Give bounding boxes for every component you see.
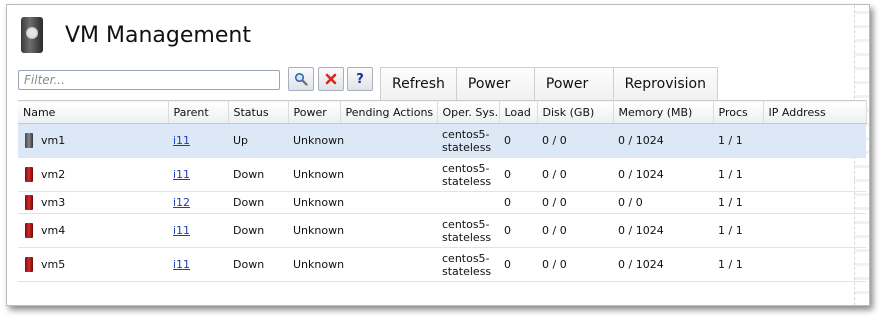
- column-header-pending-actions[interactable]: Pending Actions: [340, 100, 438, 124]
- power-cell: Unknown: [288, 157, 344, 192]
- page-title: VM Management: [65, 22, 251, 48]
- os-line1: centos5-: [442, 161, 490, 175]
- pending-cell: [340, 213, 437, 248]
- memory-cell: 0 / 1024: [613, 247, 713, 282]
- parent-link[interactable]: i11: [173, 134, 190, 147]
- disk-cell: 0 / 0: [537, 123, 613, 158]
- close-icon: [325, 73, 337, 85]
- power-off-button[interactable]: Power Off: [534, 68, 614, 124]
- power-on-button[interactable]: Power On: [456, 68, 535, 124]
- pending-cell: [340, 191, 437, 214]
- filter-input[interactable]: [18, 70, 280, 90]
- column-header-load[interactable]: Load: [499, 100, 538, 124]
- memory-cell: 0 / 1024: [613, 157, 713, 192]
- search-icon: [294, 72, 308, 86]
- procs-cell: 1 / 1: [713, 191, 763, 214]
- column-header-disk[interactable]: Disk (GB): [537, 100, 614, 124]
- power-cell: Unknown: [288, 247, 344, 282]
- memory-cell: 0 / 1024: [613, 213, 713, 248]
- pending-cell: [340, 157, 437, 192]
- table-row[interactable]: vm2 i11 Down Unknown centos5- stateless 0…: [18, 157, 866, 192]
- clear-filter-button[interactable]: [318, 67, 344, 91]
- status-cell: Down: [228, 157, 288, 192]
- load-cell: 0: [499, 191, 537, 214]
- refresh-button[interactable]: Refresh: [381, 68, 457, 102]
- parent-link[interactable]: i11: [173, 168, 190, 181]
- vm-down-icon: [25, 195, 33, 210]
- power-cell: Unknown: [288, 213, 344, 248]
- status-cell: Down: [228, 191, 288, 214]
- action-bar: Refresh Power On Power Off Reprovision: [380, 67, 718, 124]
- parent-link[interactable]: i11: [173, 258, 190, 271]
- os-line1: centos5-: [442, 251, 490, 265]
- search-button[interactable]: [288, 67, 314, 91]
- column-header-power[interactable]: Power: [288, 100, 341, 124]
- load-cell: 0: [499, 247, 537, 282]
- os-line2: stateless: [442, 140, 492, 154]
- ip-cell: [763, 123, 866, 158]
- ip-cell: [763, 157, 866, 192]
- column-header-memory[interactable]: Memory (MB): [613, 100, 714, 124]
- os-line1: centos5-: [442, 127, 490, 141]
- column-header-os[interactable]: Oper. Sys.: [437, 100, 500, 124]
- vm-name: vm1: [41, 134, 66, 147]
- os-line2: stateless: [442, 174, 492, 188]
- vm-up-icon: [25, 133, 33, 148]
- table-row[interactable]: vm3 i12 Down Unknown 0 0 / 0 0 / 0 1 / 1: [18, 191, 866, 214]
- pending-cell: [340, 123, 437, 158]
- vm-down-icon: [25, 223, 33, 238]
- vm-management-panel: VM Management ? Refresh Power On Power O…: [6, 4, 870, 306]
- table-row[interactable]: vm4 i11 Down Unknown centos5- stateless 0…: [18, 213, 866, 248]
- vm-down-icon: [25, 257, 33, 272]
- help-icon: ?: [356, 71, 364, 87]
- help-button[interactable]: ?: [347, 67, 373, 91]
- column-header-status[interactable]: Status: [228, 100, 289, 124]
- disk-cell: 0 / 0: [537, 157, 613, 192]
- disk-cell: 0 / 0: [537, 213, 613, 248]
- column-header-parent[interactable]: Parent: [168, 100, 229, 124]
- status-cell: Up: [228, 123, 288, 158]
- memory-cell: 0 / 1024: [613, 123, 713, 158]
- column-header-ip[interactable]: IP Address: [763, 100, 867, 124]
- vm-down-icon: [25, 167, 33, 182]
- memory-cell: 0 / 0: [613, 191, 713, 214]
- load-cell: 0: [499, 213, 537, 248]
- table-row[interactable]: vm5 i11 Down Unknown centos5- stateless 0…: [18, 247, 866, 282]
- vm-table: Name Parent Status Power Pending Actions…: [18, 100, 868, 282]
- parent-link[interactable]: i11: [173, 224, 190, 237]
- reprovision-button[interactable]: Reprovision: [613, 68, 717, 102]
- procs-cell: 1 / 1: [713, 213, 763, 248]
- status-cell: Down: [228, 213, 288, 248]
- server-icon: [21, 17, 43, 53]
- toolbar: ? Refresh Power On Power Off Reprovision: [18, 67, 718, 124]
- disk-cell: 0 / 0: [537, 247, 613, 282]
- procs-cell: 1 / 1: [713, 157, 763, 192]
- vm-name: vm3: [41, 196, 66, 209]
- ip-cell: [763, 191, 866, 214]
- load-cell: 0: [499, 123, 537, 158]
- os-line2: stateless: [442, 264, 492, 278]
- table-header-row: Name Parent Status Power Pending Actions…: [18, 100, 867, 124]
- vm-name: vm5: [41, 258, 66, 271]
- parent-link[interactable]: i12: [173, 196, 190, 209]
- os-line1: centos5-: [442, 217, 490, 231]
- procs-cell: 1 / 1: [713, 247, 763, 282]
- page-header: VM Management: [21, 17, 251, 53]
- power-cell: Unknown: [288, 123, 344, 158]
- power-cell: Unknown: [288, 191, 344, 214]
- vm-name: vm4: [41, 224, 66, 237]
- vm-name: vm2: [41, 168, 66, 181]
- table-row[interactable]: vm1 i11 Up Unknown centos5- stateless 0 0…: [18, 123, 866, 158]
- disk-cell: 0 / 0: [537, 191, 613, 214]
- column-header-procs[interactable]: Procs: [713, 100, 764, 124]
- os-line2: stateless: [442, 230, 492, 244]
- procs-cell: 1 / 1: [713, 123, 763, 158]
- column-header-name[interactable]: Name: [18, 100, 169, 124]
- pending-cell: [340, 247, 437, 282]
- ip-cell: [763, 247, 866, 282]
- ip-cell: [763, 213, 866, 248]
- load-cell: 0: [499, 157, 537, 192]
- status-cell: Down: [228, 247, 288, 282]
